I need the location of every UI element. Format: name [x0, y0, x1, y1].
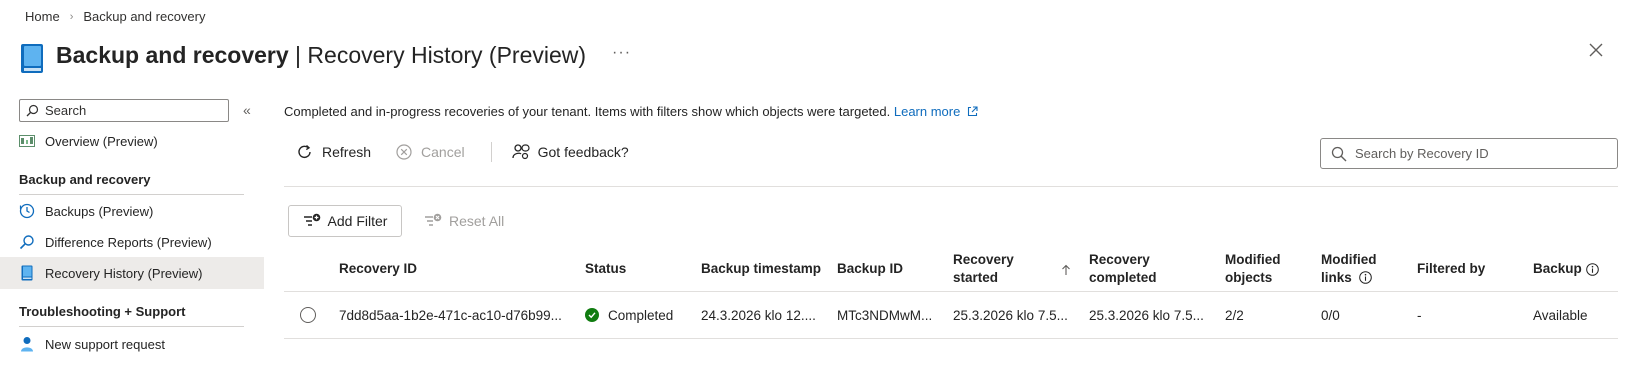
sidebar-item-difference-reports[interactable]: Difference Reports (Preview): [0, 226, 264, 258]
page-description: Completed and in-progress recoveries of …: [284, 104, 978, 119]
command-bar: Refresh Cancel Got feedback?: [296, 136, 653, 168]
sidebar-search-input[interactable]: [45, 103, 215, 118]
info-icon[interactable]: [1585, 262, 1599, 276]
row-select-radio[interactable]: [300, 300, 316, 330]
cancel-circle-icon: [395, 143, 413, 161]
column-header-modified-objects[interactable]: Modified objects: [1225, 248, 1281, 290]
more-options-icon[interactable]: ···: [612, 44, 631, 62]
external-link-icon: [967, 106, 978, 117]
column-header-recovery-id[interactable]: Recovery ID: [339, 248, 417, 290]
header-divider: [284, 291, 1618, 292]
close-icon[interactable]: [1588, 42, 1604, 58]
column-header-backup[interactable]: Backup: [1533, 248, 1599, 290]
recovery-id-search-input[interactable]: [1355, 146, 1605, 161]
cell-recovery-id[interactable]: 7dd8d5aa-1b2e-471c-ac10-d76b99...: [339, 300, 571, 330]
sidebar-item-label: Difference Reports (Preview): [45, 234, 212, 250]
learn-more-link[interactable]: Learn more: [894, 104, 978, 119]
feedback-icon: [511, 143, 530, 161]
cell-modified-links: 0/0: [1321, 307, 1340, 323]
feedback-button[interactable]: Got feedback?: [511, 143, 629, 161]
cell-modified-objects: 2/2: [1225, 307, 1244, 323]
column-header-recovery-started[interactable]: Recovery started: [953, 248, 1073, 290]
filter-bar: Add Filter Reset All: [288, 205, 504, 237]
search-icon: [1331, 146, 1347, 161]
sidebar-item-overview[interactable]: Overview (Preview): [0, 125, 264, 157]
column-header-recovery-completed[interactable]: Recovery completed: [1089, 248, 1157, 290]
row-divider: [284, 338, 1618, 339]
overview-icon: [19, 133, 35, 149]
search-icon: [19, 234, 35, 250]
search-icon: [26, 104, 39, 117]
sidebar-item-label: Recovery History (Preview): [45, 265, 203, 281]
toolbar-divider: [284, 186, 1618, 187]
cancel-button[interactable]: Cancel: [395, 143, 465, 161]
cell-status: Completed: [585, 300, 673, 330]
recovery-id-search[interactable]: [1320, 138, 1618, 169]
book-icon: [19, 265, 35, 281]
cell-recovery-completed: 25.3.2026 klo 7.5...: [1089, 307, 1204, 323]
cell-filtered-by: -: [1417, 307, 1422, 323]
reset-filter-icon: [424, 213, 442, 229]
breadcrumb: Home › Backup and recovery: [25, 9, 205, 24]
sidebar-item-new-support-request[interactable]: New support request: [0, 328, 264, 360]
reset-all-button[interactable]: Reset All: [424, 213, 504, 229]
sidebar-search[interactable]: [19, 99, 229, 122]
cell-backup-id: MTc3NDMwM...: [837, 307, 933, 323]
cell-recovery-started: 25.3.2026 klo 7.5...: [953, 307, 1068, 323]
person-icon: [19, 336, 35, 352]
sidebar-item-label: New support request: [45, 336, 165, 352]
page-header: Backup and recovery | Recovery History (…: [20, 38, 631, 73]
check-circle-icon: [585, 308, 599, 322]
breadcrumb-current[interactable]: Backup and recovery: [83, 9, 205, 24]
sidebar-section-troubleshooting: Troubleshooting + Support: [19, 304, 186, 319]
toolbar-divider: [490, 142, 492, 162]
sidebar-item-label: Backups (Preview): [45, 203, 154, 219]
add-filter-icon: [303, 213, 321, 229]
cell-backup: Available: [1533, 307, 1588, 323]
refresh-button[interactable]: Refresh: [296, 143, 371, 161]
collapse-sidebar-icon[interactable]: «: [243, 102, 251, 118]
chevron-right-icon: ›: [69, 10, 74, 23]
book-icon: [21, 43, 43, 73]
refresh-icon: [296, 143, 314, 161]
column-header-status[interactable]: Status: [585, 248, 626, 290]
sidebar-divider: [19, 326, 244, 327]
cell-backup-timestamp: 24.3.2026 klo 12....: [701, 307, 816, 323]
column-header-filtered-by[interactable]: Filtered by: [1417, 248, 1485, 290]
add-filter-button[interactable]: Add Filter: [288, 205, 402, 237]
column-header-backup-id[interactable]: Backup ID: [837, 248, 903, 290]
sidebar-item-label: Overview (Preview): [45, 133, 158, 149]
column-header-backup-timestamp[interactable]: Backup timestamp: [701, 248, 821, 290]
sort-ascending-icon: [1062, 264, 1070, 275]
info-icon[interactable]: [1358, 271, 1372, 284]
page-title: Backup and recovery | Recovery History (…: [56, 41, 587, 68]
sidebar-section-backup: Backup and recovery: [19, 172, 151, 187]
sidebar-item-recovery-history[interactable]: Recovery History (Preview): [0, 257, 264, 289]
sidebar-item-backups[interactable]: Backups (Preview): [0, 195, 264, 227]
column-header-modified-links[interactable]: Modified links: [1321, 248, 1377, 290]
clock-icon: [19, 203, 35, 219]
breadcrumb-home[interactable]: Home: [25, 9, 60, 24]
